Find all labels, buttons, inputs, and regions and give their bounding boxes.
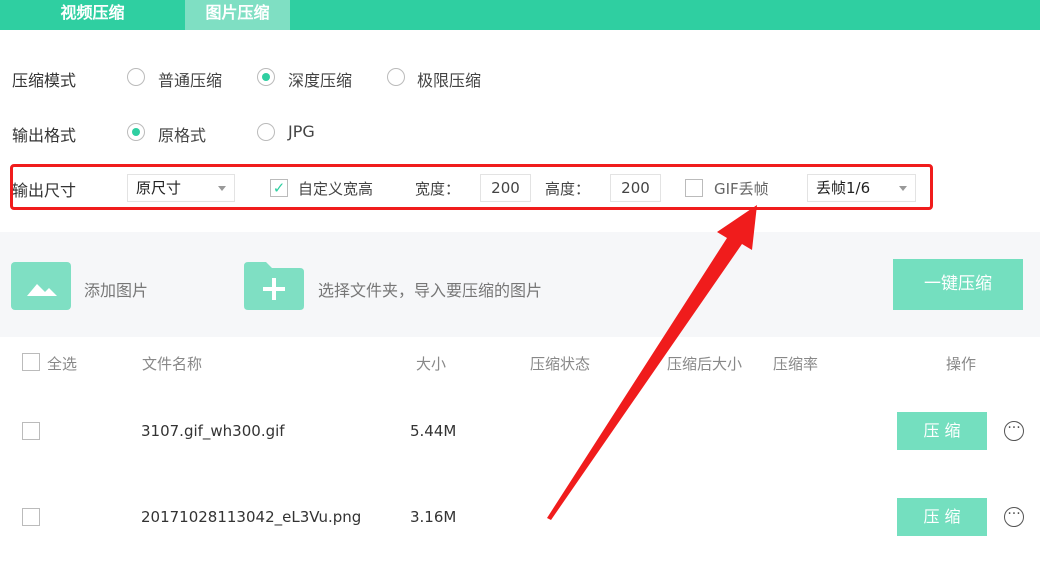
- annotation-arrow: [547, 205, 757, 520]
